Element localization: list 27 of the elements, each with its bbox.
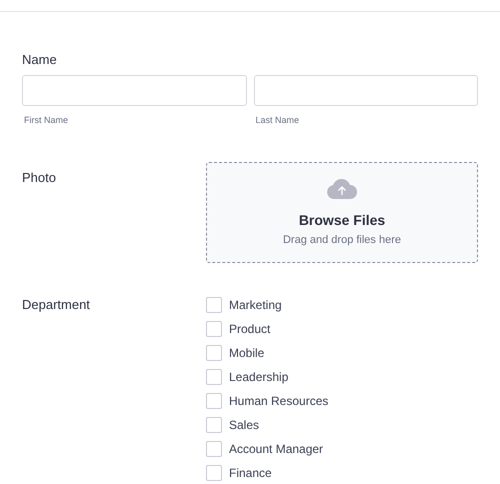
file-dropzone[interactable]: Browse Files Drag and drop files here [206,162,478,263]
field-label: Photo [22,169,57,186]
input-field[interactable] [22,75,246,106]
cloud-upload-icon [327,179,357,199]
checkbox[interactable] [206,393,222,409]
checkbox-label: Leadership [229,369,288,386]
checkbox[interactable] [206,441,222,457]
field-sublabel: First Name [24,114,68,126]
checkbox[interactable] [206,345,222,361]
checkbox-label: Product [229,321,270,338]
checkbox-label: Marketing [229,297,282,314]
checkbox[interactable] [206,417,222,433]
checkbox[interactable] [206,321,222,337]
checkbox[interactable] [206,297,222,313]
checkbox-label: Sales [229,417,260,434]
input-field[interactable] [254,75,478,106]
checkbox-label: Mobile [229,345,264,362]
field-label: Department [22,297,91,313]
checkbox-label: Finance [229,465,272,482]
checkbox[interactable] [206,465,222,481]
checkbox-label: Human Resources [229,393,328,410]
browse-files-title: Browse Files [298,211,386,229]
field-sublabel: Last Name [256,114,300,126]
checkbox-label: Account Manager [229,441,324,458]
checkbox[interactable] [206,369,222,385]
field-label: Name [22,52,58,68]
dropzone-hint: Drag and drop files here [282,233,401,247]
